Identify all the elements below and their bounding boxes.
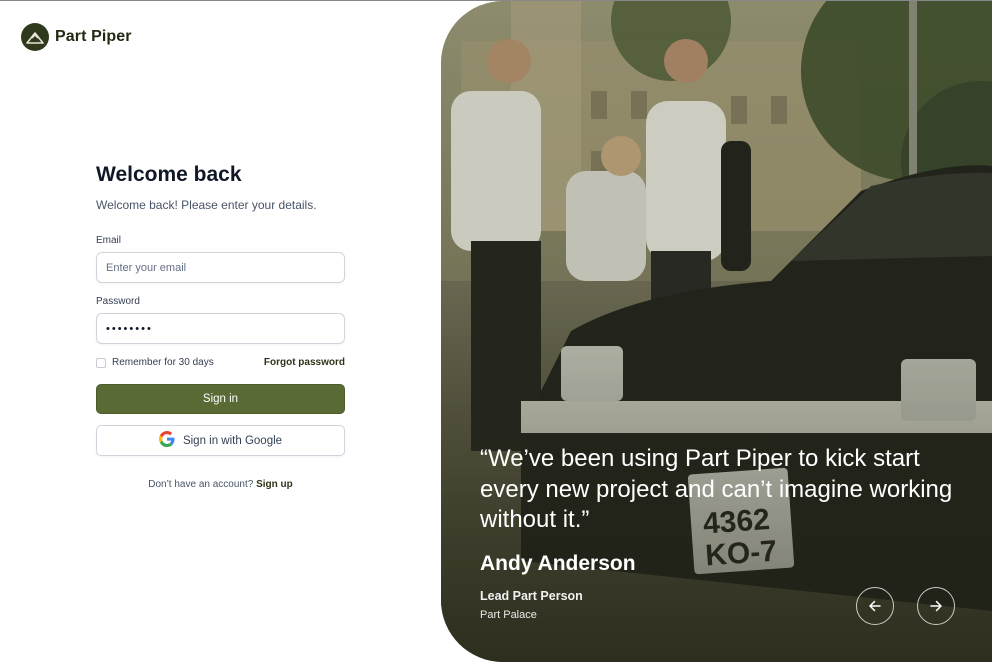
sign-up-link[interactable]: Sign up <box>256 479 293 490</box>
password-field-group: Password <box>96 296 345 344</box>
brand-logo[interactable]: Part Piper <box>21 23 132 51</box>
page-title: Welcome back <box>96 163 242 186</box>
email-label: Email <box>96 235 122 246</box>
testimonial-author: Andy Anderson <box>480 552 636 575</box>
previous-testimonial-button[interactable] <box>856 587 894 625</box>
remember-checkbox[interactable] <box>96 357 106 368</box>
arrow-right-icon <box>930 600 942 612</box>
next-testimonial-button[interactable] <box>917 587 955 625</box>
signup-prompt: Don’t have an account? Sign up <box>96 479 345 490</box>
email-field-group: Email <box>96 235 345 283</box>
remember-label: Remember for 30 days <box>112 357 214 368</box>
signup-prompt-text: Don’t have an account? <box>148 479 254 490</box>
google-sign-in-label: Sign in with Google <box>182 434 283 447</box>
mountain-logo-icon <box>21 23 49 51</box>
login-form: Welcome back Welcome back! Please enter … <box>96 163 345 490</box>
form-options-row: Remember for 30 days Forgot password <box>96 357 345 368</box>
password-field[interactable] <box>96 313 345 344</box>
password-label: Password <box>96 296 140 307</box>
remember-me[interactable]: Remember for 30 days <box>96 357 214 368</box>
google-sign-in-button[interactable]: Sign in with Google <box>96 425 345 456</box>
brand-name: Part Piper <box>55 28 132 45</box>
testimonial-hero: 4362 KO-7 “We’ve been using Part Piper t… <box>441 1 992 662</box>
testimonial-company: Part Palace <box>480 609 537 621</box>
testimonial-quote: “We’ve been using Part Piper to kick sta… <box>480 445 953 533</box>
sign-in-button[interactable]: Sign in <box>96 384 345 414</box>
testimonial-role: Lead Part Person <box>480 589 583 603</box>
page-subtitle: Welcome back! Please enter your details. <box>96 198 317 212</box>
forgot-password-link[interactable]: Forgot password <box>264 357 345 368</box>
email-field[interactable] <box>96 252 345 283</box>
arrow-left-icon <box>869 600 881 612</box>
google-g-icon <box>158 431 175 450</box>
